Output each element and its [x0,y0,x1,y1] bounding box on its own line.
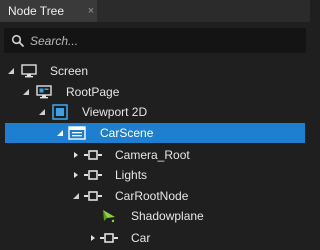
tree-row-car[interactable]: Car [0,228,310,248]
collapsed-arrow-icon[interactable] [71,145,81,165]
tree-item-label: Camera_Root [115,148,190,162]
tree-row-shadowplane[interactable]: Shadowplane [0,206,310,226]
search-icon [11,34,25,48]
collapsed-arrow-icon[interactable] [88,228,98,248]
node-icon [100,228,118,248]
node-icon [84,186,102,206]
viewport-icon [51,102,69,122]
tree-item-label: Viewport 2D [82,105,148,119]
tree-item-label: Screen [50,64,89,78]
tree-row-screen[interactable]: Screen [0,61,310,81]
expanded-arrow-icon[interactable] [55,123,65,143]
tree-item-label: RootPage [66,85,120,99]
tree-item-label: Car [131,231,151,245]
tree-item-label: CarScene [100,126,154,140]
node-icon [84,165,102,185]
expanded-arrow-icon[interactable] [71,186,81,206]
tree-row-rootpage[interactable]: RootPage [0,82,310,102]
search-box [4,28,306,53]
tab-label: Node Tree [8,4,65,18]
search-input[interactable] [30,28,300,53]
tree-row-viewport-2d[interactable]: Viewport 2D [0,102,310,122]
tree-row-camera-root[interactable]: Camera_Root [0,145,310,165]
tree-row-lights[interactable]: Lights [0,165,310,185]
node-icon [84,145,102,165]
expanded-arrow-icon[interactable] [21,82,31,102]
close-icon[interactable]: × [85,4,97,18]
expanded-arrow-icon[interactable] [6,61,16,81]
page-icon [35,82,53,102]
monitor-icon [20,61,38,81]
panel-tab-bar: Node Tree × [0,0,310,22]
scene-icon [68,123,86,143]
expanded-arrow-icon[interactable] [37,102,47,122]
tab-node-tree[interactable]: Node Tree [0,0,97,22]
collapsed-arrow-icon[interactable] [71,165,81,185]
tree-row-carrootnode[interactable]: CarRootNode [0,186,310,206]
tree-row-carscene[interactable]: CarScene [5,123,305,143]
tree-item-label: CarRootNode [115,189,189,203]
plane-icon [100,206,118,226]
tree-item-label: Lights [115,168,148,182]
tree-item-label: Shadowplane [131,209,204,223]
